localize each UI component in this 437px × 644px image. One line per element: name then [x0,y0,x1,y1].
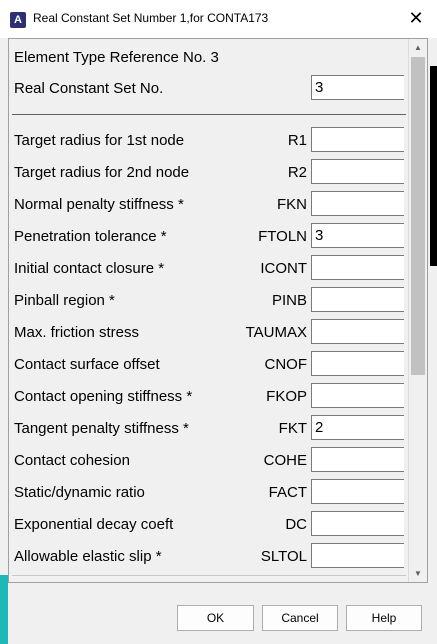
row-code: FKOP [266,388,307,405]
row-value-input[interactable] [311,511,404,536]
arrow-up-icon[interactable]: ▲ [409,39,427,56]
form-scroll-area: Element Type Reference No. 3 Real Consta… [9,39,407,582]
row-value-input[interactable] [311,447,404,472]
row-value-input[interactable] [311,255,404,280]
button-bar: OK Cancel Help [0,583,437,644]
scrollbar-thumb[interactable] [411,57,425,375]
element-type-reference: Element Type Reference No. 3 [14,49,219,66]
real-constant-set-input[interactable] [311,75,404,100]
row-label: Contact surface offset [14,356,160,373]
arrow-down-icon[interactable]: ▼ [409,565,427,582]
row-code: FTOLN [258,228,307,245]
row-code: FACT [268,484,307,501]
row-value-input[interactable] [311,223,404,248]
dialog-window: A Real Constant Set Number 1,for CONTA17… [0,0,437,644]
row-code: DC [285,516,307,533]
row-label: Tangent penalty stiffness * [14,420,189,437]
window-title: Real Constant Set Number 1,for CONTA173 [33,11,269,25]
row-code: PINB [271,292,307,309]
row-code: R1 [287,132,307,149]
row-value-input[interactable] [311,383,404,408]
row-code: FKT [278,420,307,437]
cancel-button[interactable]: Cancel [262,605,338,631]
row-label: Allowable elastic slip * [14,548,162,565]
real-constant-set-label: Real Constant Set No. [14,80,164,97]
row-code: R2 [287,164,307,181]
close-icon[interactable]: ✕ [407,8,425,28]
row-label: Target radius for 2nd node [14,164,190,181]
row-value-input[interactable] [311,543,404,568]
row-value-input[interactable] [311,159,404,184]
row-code: COHE [263,452,307,469]
row-value-input[interactable] [311,191,404,216]
row-code: FKN [277,196,307,213]
row-label: Penetration tolerance * [14,228,167,245]
background-strip [430,66,437,266]
row-value-input[interactable] [311,127,404,152]
row-label: Normal penalty stiffness * [14,196,184,213]
row-code: TAUMAX [245,324,307,341]
vertical-scrollbar[interactable]: ▲ ▼ [408,39,427,582]
ok-button[interactable]: OK [177,605,254,631]
help-button[interactable]: Help [346,605,422,631]
row-label: Target radius for 1st node [14,132,185,149]
row-label: Initial contact closure * [14,260,165,277]
title-bar[interactable]: A Real Constant Set Number 1,for CONTA17… [0,0,437,38]
app-icon-letter: A [14,13,22,26]
row-value-input[interactable] [311,415,404,440]
row-code: CNOF [264,356,308,373]
row-code: ICONT [260,260,307,277]
horizontal-divider [12,575,406,576]
row-value-input[interactable] [311,479,404,504]
form-panel: Element Type Reference No. 3 Real Consta… [8,38,428,583]
row-value-input[interactable] [311,319,404,344]
row-label: Max. friction stress [14,324,140,341]
row-label: Contact opening stiffness * [14,388,193,405]
row-label: Pinball region * [14,292,115,309]
background-strip [0,575,8,644]
row-label: Static/dynamic ratio [14,484,145,501]
row-code: SLTOL [260,548,307,565]
row-value-input[interactable] [311,287,404,312]
separator [12,114,406,115]
ansys-app-icon: A [10,12,26,28]
row-label: Contact cohesion [14,452,130,469]
row-label: Exponential decay coeft [14,516,174,533]
row-value-input[interactable] [311,351,404,376]
